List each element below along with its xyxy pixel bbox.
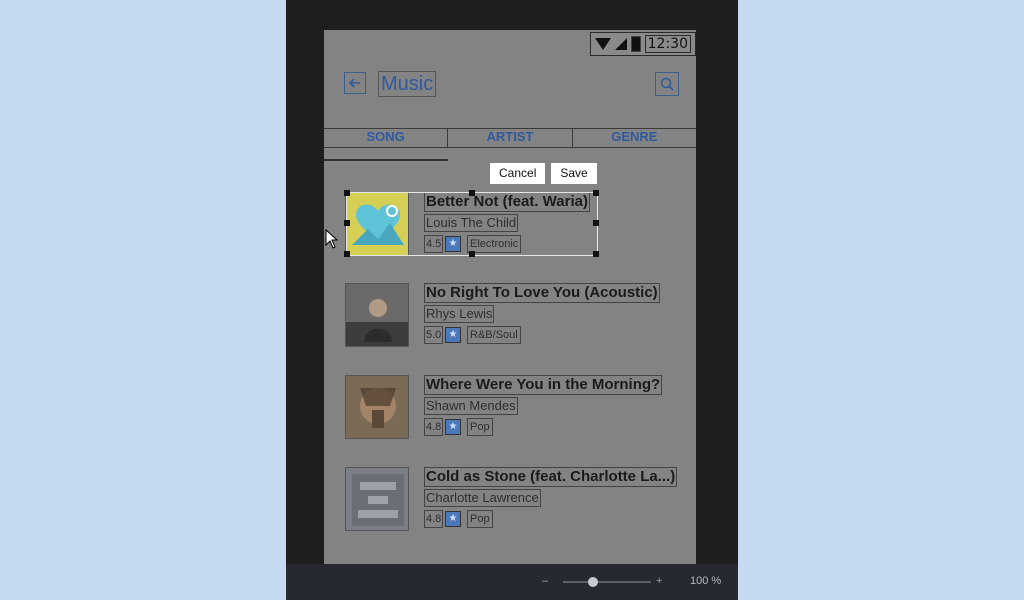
zoom-level: 100 % [690, 575, 722, 587]
song-genre: Pop [467, 418, 493, 436]
tab-genre[interactable]: GENRE [573, 129, 696, 147]
back-button[interactable] [344, 72, 366, 94]
song-rating: 5.0 [424, 326, 444, 344]
album-cover [345, 283, 409, 347]
resize-handle[interactable] [344, 190, 350, 196]
song-title: Cold as Stone (feat. Charlotte La...) [424, 467, 678, 487]
tab-artist[interactable]: ARTIST [448, 129, 573, 147]
resize-handle[interactable] [593, 190, 599, 196]
battery-icon [630, 36, 641, 52]
tab-bar: SONG ARTIST GENRE [324, 128, 696, 148]
arrow-left-icon [348, 78, 360, 88]
selection-frame [344, 190, 599, 257]
tab-indicator [324, 159, 448, 161]
tab-song[interactable]: SONG [324, 129, 449, 147]
status-time: 12:30 [644, 35, 691, 53]
mouse-cursor-icon [325, 228, 339, 254]
song-genre: Pop [467, 510, 493, 528]
song-title: Where Were You in the Morning? [424, 375, 663, 395]
search-button[interactable] [655, 72, 679, 96]
star-icon: ★ [445, 511, 461, 527]
resize-handle[interactable] [469, 190, 475, 196]
song-rating: 4.8 [424, 510, 444, 528]
zoom-slider-track[interactable] [563, 581, 651, 583]
song-title: No Right To Love You (Acoustic) [424, 283, 660, 303]
zoom-bar: – + 100 % [286, 564, 738, 600]
save-button[interactable]: Save [551, 163, 597, 184]
editor-canvas: 12:30 Music SONG ARTIST GENRE Cancel Sav… [286, 0, 738, 600]
page-title: Music [378, 71, 437, 97]
star-icon: ★ [445, 419, 461, 435]
song-artist: Rhys Lewis [424, 305, 495, 323]
star-icon: ★ [445, 327, 461, 343]
phone-screen: 12:30 Music SONG ARTIST GENRE Cancel Sav… [324, 30, 696, 564]
album-cover [345, 375, 409, 439]
resize-handle[interactable] [593, 251, 599, 257]
song-artist: Shawn Mendes [424, 397, 518, 415]
resize-handle[interactable] [593, 220, 599, 226]
signal-icon [614, 38, 627, 50]
edit-actions: Cancel Save [490, 163, 597, 184]
cancel-button[interactable]: Cancel [490, 163, 546, 184]
resize-handle[interactable] [469, 251, 475, 257]
zoom-in-button[interactable]: + [656, 575, 662, 587]
wifi-icon [594, 38, 611, 50]
song-artist: Charlotte Lawrence [424, 489, 541, 507]
song-rating: 4.8 [424, 418, 444, 436]
list-item[interactable]: Cold as Stone (feat. Charlotte La...) Ch… [345, 467, 685, 533]
resize-handle[interactable] [344, 251, 350, 257]
resize-handle[interactable] [344, 220, 350, 226]
song-genre: R&B/Soul [467, 326, 521, 344]
album-cover [345, 467, 409, 531]
search-icon [660, 77, 674, 91]
status-bar: 12:30 [589, 32, 696, 56]
list-item[interactable]: Where Were You in the Morning? Shawn Men… [345, 375, 685, 441]
zoom-out-button[interactable]: – [542, 575, 548, 587]
zoom-slider-handle[interactable] [588, 577, 598, 587]
list-item[interactable]: No Right To Love You (Acoustic) Rhys Lew… [345, 283, 685, 349]
